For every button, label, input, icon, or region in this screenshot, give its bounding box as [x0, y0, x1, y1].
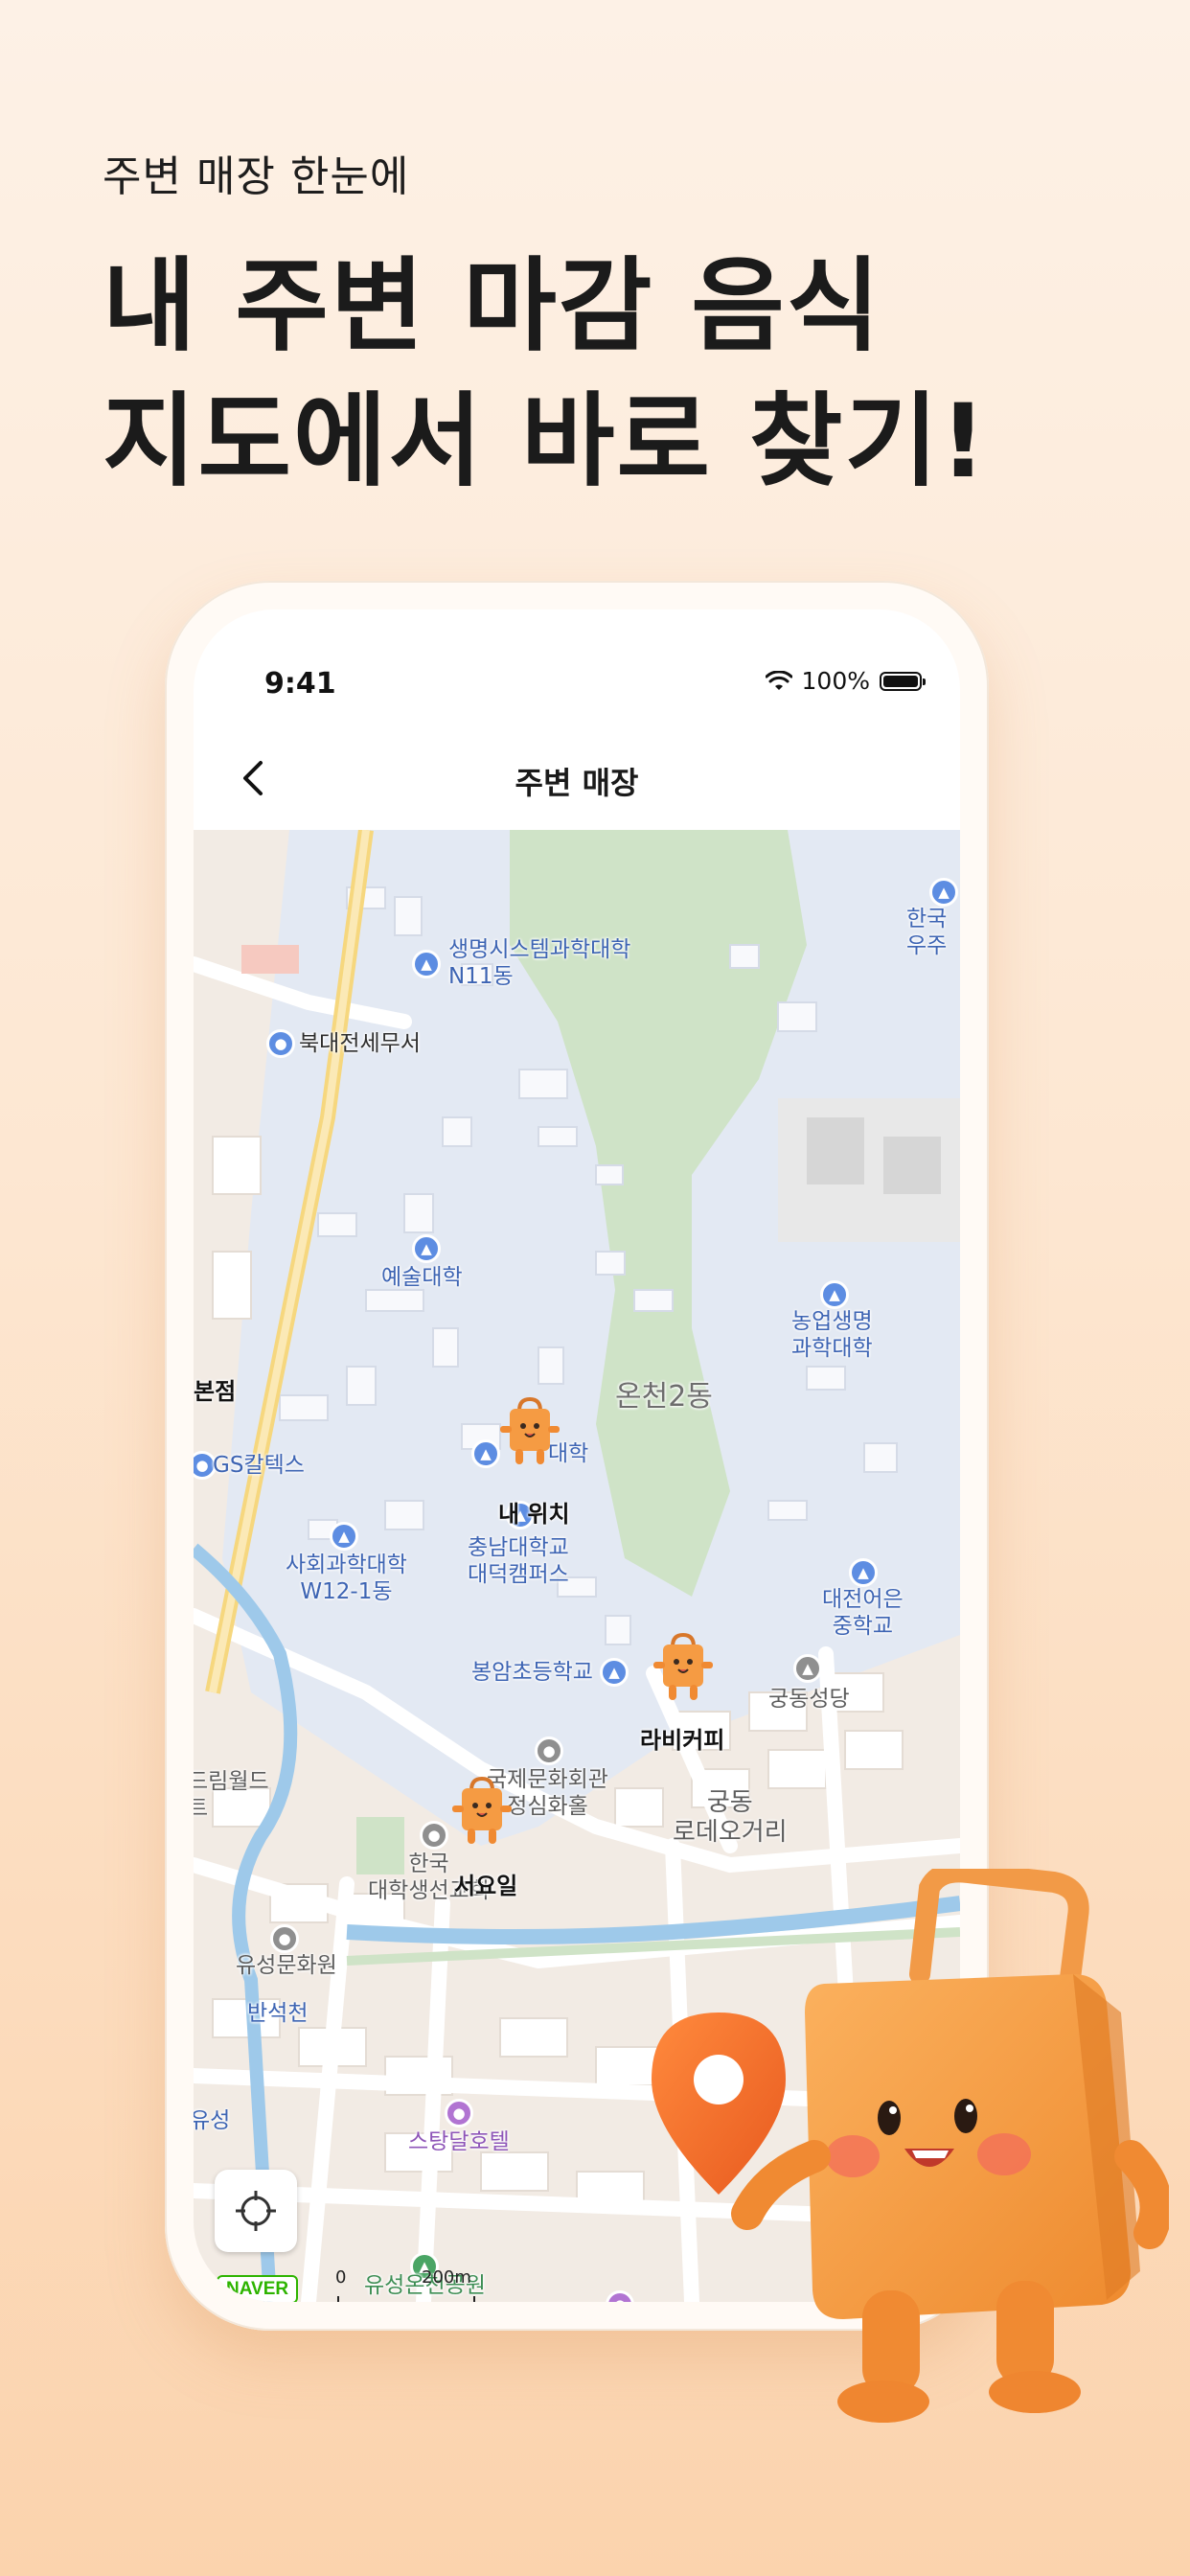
label-social-sci[interactable]: 사회과학대학 W12-1동 [286, 1552, 407, 1605]
label-rimworld[interactable]: 드림월드 트 [194, 1769, 269, 1822]
headline-line-2: 지도에서 바로 찾기! [103, 381, 989, 500]
university-icon: ▲ [412, 950, 441, 978]
label-my-location: 내 위치 [498, 1501, 570, 1528]
headline-title: 내 주변 마감 음식 지도에서 바로 찾기! [103, 240, 988, 510]
label-yuseong-culture[interactable]: 유성문화원 [236, 1953, 337, 1980]
crosshair-icon [236, 2191, 276, 2231]
label-gungdong-church[interactable]: 궁동성당 [768, 1687, 850, 1714]
label-cnu[interactable]: 충남대학교 대덕캠퍼스 [468, 1535, 569, 1588]
university-icon: ▲ [820, 1280, 849, 1309]
map-scale-zero: 0 [335, 2267, 347, 2288]
school-icon: ▲ [849, 1558, 878, 1587]
university-icon: ▲ [412, 1234, 441, 1263]
locate-button[interactable] [215, 2170, 297, 2252]
headline-line-1: 내 주변 마감 음식 [103, 247, 882, 365]
label-starlight[interactable]: 스탕달호텔 [408, 2129, 510, 2156]
store-marker[interactable] [650, 1631, 717, 1704]
status-time: 9:41 [264, 667, 336, 701]
label-tax-office[interactable]: 북대전세무서 [299, 1031, 421, 1058]
label-gs[interactable]: GS칼텍스 [213, 1453, 305, 1480]
label-arts[interactable]: 예술대학 [381, 1265, 463, 1292]
label-seoyoil[interactable]: 서요일 [454, 1873, 517, 1900]
label-bonjeom[interactable]: 본점 [194, 1378, 236, 1406]
battery-icon [880, 671, 926, 691]
naver-logo: NAVER [217, 2275, 299, 2302]
shopping-bag-mascot [652, 1869, 1169, 2423]
nav-bar: 주변 매장 [194, 724, 960, 830]
label-district: 온천2동 [615, 1380, 713, 1414]
headline-subtitle: 주변 매장 한눈에 [103, 152, 410, 201]
store-marker[interactable] [496, 1395, 563, 1468]
nav-title: 주변 매장 [515, 765, 639, 801]
label-daejeon-school[interactable]: 대전어은 중학교 [822, 1587, 904, 1640]
battery-percent: 100% [801, 667, 870, 695]
status-bar: 9:41 100% [194, 610, 960, 715]
hotel-icon: ● [445, 2099, 473, 2128]
label-top-right[interactable]: 한국 우주 [906, 907, 947, 959]
culture-icon: ● [270, 1924, 299, 1953]
label-agri[interactable]: 농업생명 과학대학 [791, 1309, 873, 1362]
label-bongam[interactable]: 봉암초등학교 [471, 1660, 593, 1687]
map-scale-bar [337, 2296, 475, 2302]
label-yuseong-partial: 유성 [194, 2108, 231, 2133]
school-icon: ▲ [929, 878, 958, 907]
church-icon: ● [420, 1821, 448, 1850]
culture-icon: ● [535, 1736, 563, 1765]
wifi-icon [765, 670, 792, 690]
label-life-sci[interactable]: 생명시스템과학대학 N11동 [448, 937, 630, 990]
store-marker[interactable] [448, 1775, 515, 1848]
map-scale-label: 200m [422, 2267, 471, 2288]
status-indicators: 100% [765, 667, 926, 695]
office-icon: ● [266, 1029, 295, 1058]
label-cafe[interactable]: 라비커피 [640, 1727, 724, 1755]
university-icon: ▲ [330, 1522, 358, 1551]
label-gungdong-street[interactable]: 궁동 로데오거리 [673, 1788, 788, 1848]
label-bansukcheon: 반석천 [247, 2001, 309, 2026]
school-icon: ▲ [600, 1658, 629, 1687]
church-icon: ▲ [793, 1654, 822, 1683]
